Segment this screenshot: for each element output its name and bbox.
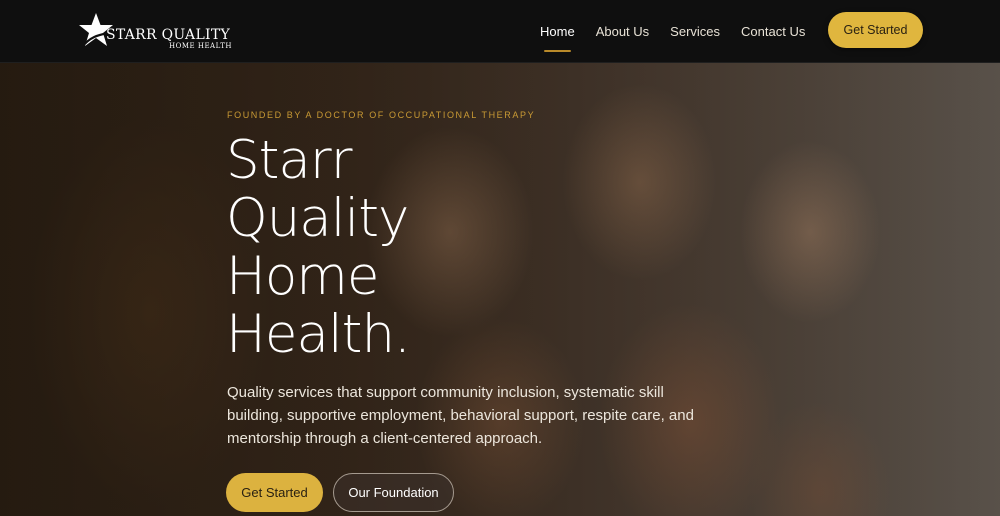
- hero-eyebrow: FOUNDED BY A DOCTOR OF OCCUPATIONAL THER…: [227, 110, 536, 120]
- headline-line: Quality: [226, 188, 409, 249]
- site-logo[interactable]: STARR QUALITY HOME HEALTH: [76, 11, 236, 51]
- nav-contact-us[interactable]: Contact Us: [741, 24, 805, 39]
- hero-headline: Starr Quality Home Health.: [226, 132, 646, 364]
- brand-title: STARR QUALITY: [106, 27, 231, 43]
- hero-description: Quality services that support community …: [227, 384, 694, 447]
- hero-get-started-button[interactable]: Get Started: [226, 473, 323, 512]
- headline-line: Health.: [226, 304, 411, 365]
- header-get-started-button[interactable]: Get Started: [828, 12, 923, 48]
- main-nav: Home About Us Services Contact Us: [540, 0, 826, 62]
- nav-home[interactable]: Home: [540, 24, 575, 52]
- nav-services[interactable]: Services: [670, 24, 720, 39]
- headline-line: Starr: [226, 130, 352, 191]
- headline-line: Home: [226, 246, 380, 307]
- brand-subtitle: HOME HEALTH: [169, 42, 232, 50]
- site-header: STARR QUALITY HOME HEALTH Home About Us …: [0, 0, 1000, 63]
- nav-about-us[interactable]: About Us: [596, 24, 649, 39]
- our-foundation-button[interactable]: Our Foundation: [333, 473, 454, 512]
